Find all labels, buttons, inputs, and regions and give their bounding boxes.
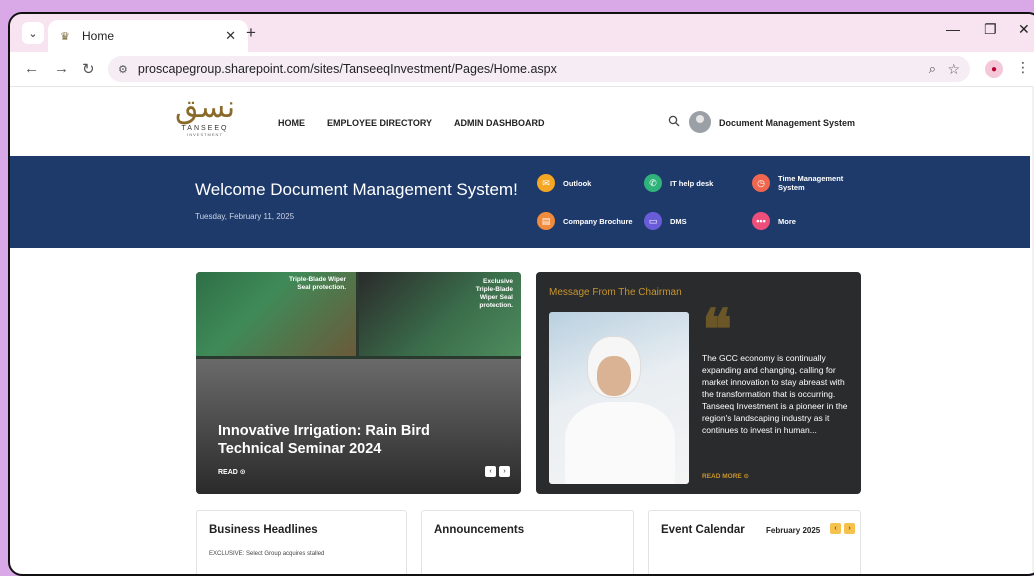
- quick-link-label: Time Management System: [778, 174, 844, 192]
- carousel-prev-button[interactable]: ‹: [485, 466, 496, 477]
- tab-strip: ⌄ ♛ Home ✕ + — ❐ ✕: [10, 14, 1034, 52]
- announcements-title: Announcements: [434, 524, 525, 536]
- monitor-icon: ▭: [644, 212, 662, 230]
- quick-link-outlook[interactable]: ✉ Outlook: [537, 174, 591, 192]
- news-title[interactable]: Innovative Irrigation: Rain Bird Technic…: [218, 422, 458, 458]
- current-date: Tuesday, February 11, 2025: [195, 212, 295, 221]
- address-bar: ← → ↻ ⚙ proscapegroup.sharepoint.com/sit…: [10, 52, 1034, 87]
- profile-avatar[interactable]: ●: [985, 60, 1003, 78]
- quick-link-it-help-desk[interactable]: ✆ IT help desk: [644, 174, 713, 192]
- chairman-face: [597, 356, 631, 396]
- phone-icon: ✆: [644, 174, 662, 192]
- calendar-month: February 2025: [766, 526, 821, 535]
- more-icon: •••: [752, 212, 770, 230]
- favicon-icon: ♛: [60, 30, 70, 43]
- browser-window: ⌄ ♛ Home ✕ + — ❐ ✕ ← → ↻ ⚙ proscapegroup…: [8, 12, 1034, 576]
- chairman-photo: [549, 312, 689, 484]
- chairman-text: The GCC economy is continually expanding…: [702, 353, 848, 435]
- news-photo-speaker: Triple-Blade Wiper Seal protection.: [196, 272, 356, 356]
- url-input[interactable]: ⚙ proscapegroup.sharepoint.com/sites/Tan…: [108, 56, 970, 82]
- chairman-read-more-link[interactable]: READ MORE ⊙: [702, 472, 749, 480]
- calendar-prev-button[interactable]: ‹: [830, 523, 841, 534]
- arrow-circle-icon: ⊙: [239, 469, 246, 476]
- quick-link-company-brochure[interactable]: ▤ Company Brochure: [537, 212, 633, 230]
- arrow-circle-icon: ⊙: [743, 473, 749, 480]
- user-name[interactable]: Document Management System: [719, 118, 855, 128]
- tab-title: Home: [82, 29, 115, 43]
- forward-button[interactable]: →: [54, 60, 69, 77]
- quick-link-more[interactable]: ••• More: [752, 212, 796, 230]
- quick-link-label: IT help desk: [670, 178, 714, 188]
- photo-caption: Triple-Blade Wiper Seal protection.: [288, 276, 346, 291]
- search-icon[interactable]: [668, 115, 680, 130]
- url-text: proscapegroup.sharepoint.com/sites/Tanse…: [137, 62, 557, 76]
- quote-icon: ❝: [702, 297, 733, 363]
- welcome-banner: Welcome Document Management System! Tues…: [10, 156, 1030, 248]
- clock-icon: ◷: [752, 174, 770, 192]
- quick-link-label: Company Brochure: [563, 216, 633, 226]
- outlook-icon: ✉: [537, 174, 555, 192]
- document-icon: ▤: [537, 212, 555, 230]
- chevron-right-icon: ›: [503, 468, 506, 475]
- site-header: ﻧﺴﻖ TANSEEQ INVESTMENT HOME EMPLOYEE DIR…: [10, 87, 1034, 157]
- browser-menu-icon[interactable]: ⋮: [1016, 59, 1030, 76]
- logo-mark-icon: ﻧﺴﻖ: [175, 90, 236, 125]
- headline-item[interactable]: EXCLUSIVE: Select Group acquires stalled: [209, 551, 324, 557]
- user-avatar[interactable]: [689, 111, 711, 133]
- quick-link-time-management[interactable]: ◷ Time Management System: [752, 174, 862, 192]
- site-info-icon[interactable]: ⚙: [118, 63, 128, 76]
- calendar-next-button[interactable]: ›: [844, 523, 855, 534]
- headlines-title: Business Headlines: [209, 524, 318, 536]
- nav-employee-directory[interactable]: EMPLOYEE DIRECTORY: [327, 118, 432, 128]
- new-tab-button[interactable]: +: [246, 23, 256, 43]
- tab-home[interactable]: ♛ Home ✕: [48, 20, 248, 52]
- chevron-left-icon: ‹: [489, 468, 492, 475]
- welcome-heading: Welcome Document Management System!: [195, 180, 518, 199]
- calendar-title: Event Calendar: [661, 524, 745, 536]
- chevron-right-icon: ›: [848, 525, 851, 532]
- close-window-button[interactable]: ✕: [1018, 21, 1030, 38]
- chevron-down-icon: ⌄: [28, 27, 38, 40]
- quick-link-label: More: [778, 216, 796, 226]
- photo-caption: Exclusive Triple-Blade Wiper Seal protec…: [475, 278, 513, 309]
- read-more-label: READ MORE: [702, 473, 742, 480]
- top-navigation: HOME EMPLOYEE DIRECTORY ADMIN DASHBOARD: [278, 118, 545, 128]
- minimize-button[interactable]: —: [946, 21, 960, 37]
- person-icon: ●: [990, 63, 998, 75]
- zoom-icon[interactable]: ⌕: [929, 61, 936, 77]
- announcements-card: Announcements: [421, 510, 634, 574]
- chevron-left-icon: ‹: [834, 525, 837, 532]
- chairman-heading: Message From The Chairman: [549, 287, 682, 298]
- logo-word: TANSEEQ: [181, 125, 229, 132]
- news-read-link[interactable]: READ ⊙: [218, 468, 246, 476]
- nav-admin-dashboard[interactable]: ADMIN DASHBOARD: [454, 118, 545, 128]
- tab-search-button[interactable]: ⌄: [22, 22, 44, 44]
- tanseeq-logo[interactable]: ﻧﺴﻖ TANSEEQ INVESTMENT: [175, 91, 235, 151]
- news-photo-presenter: Exclusive Triple-Blade Wiper Seal protec…: [359, 272, 521, 356]
- quick-link-label: Outlook: [563, 178, 592, 188]
- nav-home[interactable]: HOME: [278, 118, 305, 128]
- chairman-body: [565, 402, 675, 484]
- read-label: READ: [218, 469, 238, 476]
- bookmark-star-icon[interactable]: ☆: [947, 61, 960, 78]
- reload-button[interactable]: ↻: [82, 60, 95, 78]
- carousel-next-button[interactable]: ›: [499, 466, 510, 477]
- close-tab-icon[interactable]: ✕: [225, 28, 236, 44]
- quick-link-dms[interactable]: ▭ DMS: [644, 212, 687, 230]
- event-calendar-card: Event Calendar February 2025 ‹ ›: [648, 510, 861, 574]
- business-headlines-card: Business Headlines EXCLUSIVE: Select Gro…: [196, 510, 407, 574]
- back-button[interactable]: ←: [24, 60, 39, 77]
- logo-sub: INVESTMENT: [187, 132, 223, 137]
- chairman-message-card: Message From The Chairman ❝ The GCC econ…: [536, 272, 861, 494]
- news-carousel[interactable]: Triple-Blade Wiper Seal protection. Excl…: [196, 272, 521, 494]
- restore-button[interactable]: ❐: [984, 21, 997, 38]
- quick-link-label: DMS: [670, 216, 687, 226]
